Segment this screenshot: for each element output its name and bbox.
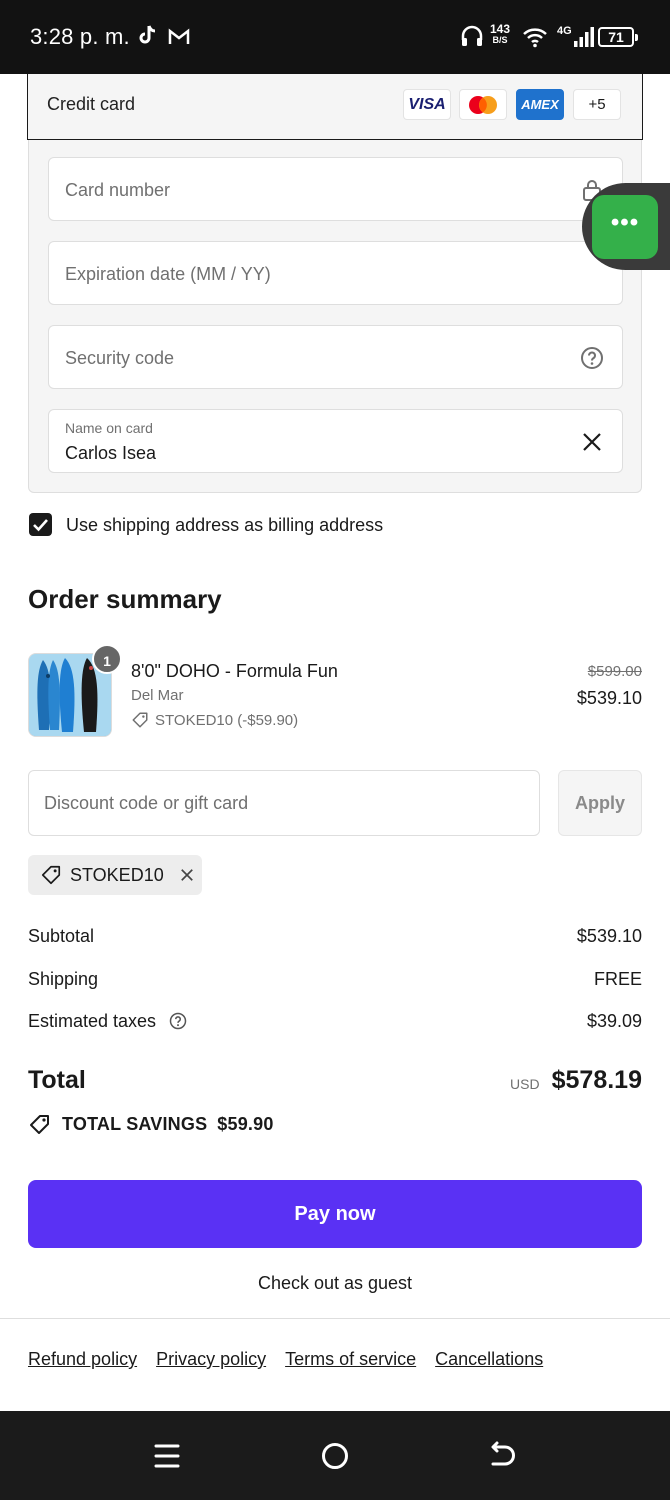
status-bar: 3:28 p. m. 143 B/S 4G 71	[0, 0, 670, 74]
card-number-placeholder: Card number	[65, 180, 171, 200]
network-type: 4G	[557, 25, 572, 37]
help-icon[interactable]	[169, 1012, 187, 1030]
shipping-value: FREE	[593, 969, 642, 989]
mastercard-icon	[459, 89, 507, 120]
savings-label: TOTAL SAVINGS	[62, 1113, 208, 1134]
refund-policy-link[interactable]: Refund policy	[28, 1349, 137, 1370]
expiration-placeholder: Expiration date (MM / YY)	[65, 264, 271, 284]
cancellations-link[interactable]: Cancellations	[435, 1349, 543, 1370]
amex-label: AMEX	[521, 97, 559, 112]
security-code-field[interactable]: Security code	[48, 325, 623, 389]
footer-links: Refund policy Privacy policy Terms of se…	[28, 1349, 543, 1370]
amex-icon: AMEX	[516, 89, 564, 120]
speed-unit: B/S	[492, 35, 508, 45]
network-speed: 143 B/S	[490, 22, 511, 46]
mastercard-logo	[469, 95, 497, 114]
applied-discount-chip: STOKED10	[28, 855, 202, 895]
gmail-icon	[168, 28, 190, 44]
taxes-label: Estimated taxes	[28, 1011, 157, 1031]
discounted-price: $539.10	[576, 688, 642, 708]
name-on-card-label: Name on card	[65, 420, 153, 436]
expiration-date-field[interactable]: Expiration date (MM / YY)	[48, 241, 623, 305]
wifi-icon	[523, 28, 547, 48]
total-savings: TOTAL SAVINGS $59.90	[28, 1112, 274, 1136]
help-icon[interactable]	[580, 346, 604, 370]
original-price: $599.00	[587, 663, 642, 680]
visa-label: VISA	[408, 95, 446, 113]
savings-value: $59.90	[217, 1113, 274, 1134]
remove-discount-icon[interactable]	[178, 866, 196, 884]
tiktok-icon	[139, 25, 156, 44]
floating-chat-bubble[interactable]: •••	[582, 183, 670, 270]
taxes-row: Estimated taxes $39.09	[28, 1011, 642, 1032]
name-on-card-value: Carlos Isea	[65, 443, 157, 463]
more-brands-badge: +5	[573, 89, 621, 120]
clear-icon[interactable]	[580, 430, 604, 454]
total-value: $578.19	[551, 1066, 642, 1094]
taxes-value: $39.09	[586, 1011, 642, 1031]
product-discount: STOKED10 (-$59.90)	[131, 711, 298, 729]
applied-discount-code: STOKED10	[70, 864, 164, 885]
card-number-field[interactable]: Card number	[48, 157, 623, 221]
discount-code-input[interactable]: Discount code or gift card	[28, 770, 540, 836]
name-on-card-field[interactable]: Name on card Carlos Isea	[48, 409, 623, 473]
tag-icon	[132, 712, 148, 728]
subtotal-value: $539.10	[576, 926, 642, 946]
savings-tag-icon	[30, 1115, 49, 1134]
apply-button[interactable]: Apply	[558, 770, 642, 836]
total-currency: USD	[510, 1076, 540, 1092]
subtotal-row: Subtotal $539.10	[28, 926, 642, 947]
battery-icon: 71	[598, 27, 638, 47]
product-discount-text: STOKED10 (-$59.90)	[155, 711, 299, 729]
order-summary-title: Order summary	[28, 584, 222, 614]
home-icon[interactable]	[318, 1439, 352, 1473]
billing-address-checkbox[interactable]	[29, 513, 52, 536]
subtotal-label: Subtotal	[28, 926, 95, 946]
checkout-as-guest-link[interactable]: Check out as guest	[0, 1273, 670, 1294]
terms-of-service-link[interactable]: Terms of service	[285, 1349, 416, 1370]
credit-card-title: Credit card	[47, 94, 136, 114]
card-fields-panel: Card number Expiration date (MM / YY) Se…	[28, 140, 642, 493]
footer-divider	[0, 1318, 670, 1319]
product-variant: Del Mar	[131, 687, 184, 704]
recent-apps-icon[interactable]	[150, 1439, 184, 1473]
security-code-placeholder: Security code	[65, 348, 175, 368]
signal-icon	[574, 27, 594, 47]
speed-value: 143	[490, 22, 511, 36]
status-time: 3:28 p. m.	[30, 24, 130, 49]
product-name: 8'0" DOHO - Formula Fun	[131, 661, 338, 681]
tag-icon	[41, 865, 61, 885]
more-brands-label: +5	[588, 96, 606, 113]
navigation-bar	[0, 1411, 670, 1500]
headphones-icon	[461, 25, 483, 46]
credit-card-option[interactable]: Credit card VISA AMEX +5	[27, 74, 643, 140]
total-label: Total	[28, 1066, 86, 1094]
pay-now-button[interactable]: Pay now	[28, 1180, 642, 1248]
more-options-icon[interactable]: •••	[592, 195, 658, 259]
shipping-row: Shipping FREE	[28, 969, 642, 990]
quantity-badge: 1	[92, 644, 122, 674]
checkmark-icon	[33, 519, 48, 532]
billing-address-label: Use shipping address as billing address	[66, 515, 384, 535]
discount-code-placeholder: Discount code or gift card	[44, 793, 249, 813]
privacy-policy-link[interactable]: Privacy policy	[156, 1349, 266, 1370]
shipping-label: Shipping	[28, 969, 99, 989]
visa-icon: VISA	[403, 89, 451, 120]
back-icon[interactable]	[485, 1439, 519, 1473]
